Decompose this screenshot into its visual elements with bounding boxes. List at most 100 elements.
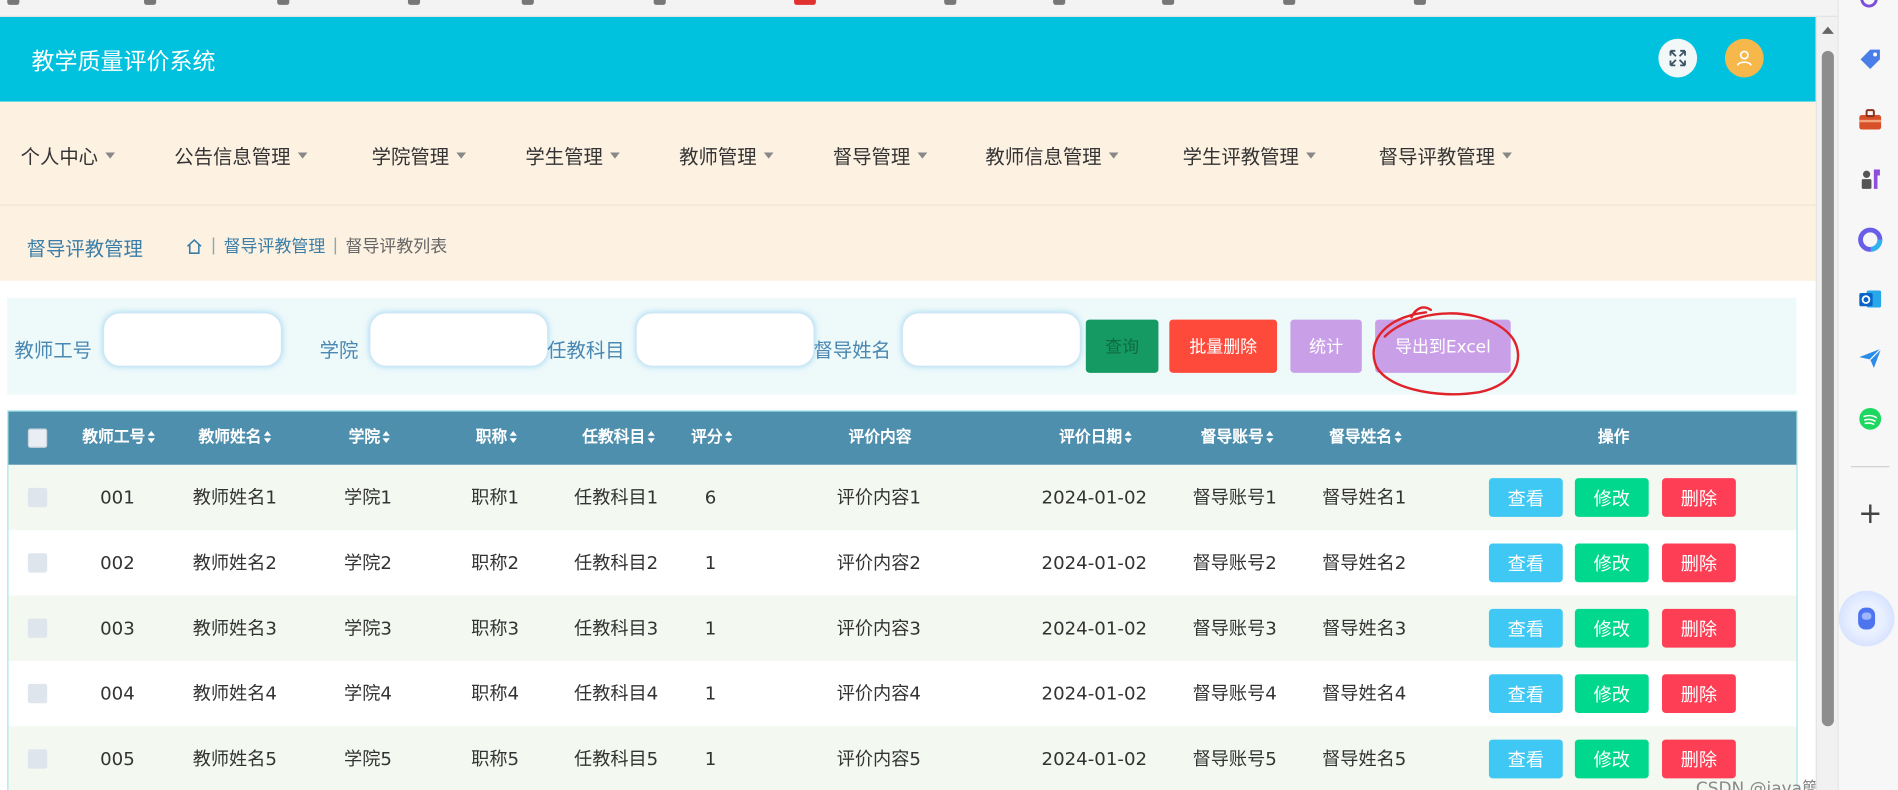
tab-edge-icon [1162,0,1175,5]
college-input[interactable] [369,312,549,367]
export-excel-button[interactable]: 导出到Excel [1375,319,1511,373]
sort-icon [147,430,155,443]
cell-title: 职称2 [471,551,520,574]
scroll-up-icon[interactable] [1821,26,1834,34]
delete-button[interactable]: 删除 [1662,674,1736,713]
cell-content: 评价内容1 [836,486,921,509]
column-header-title[interactable]: 职称 [476,412,517,465]
cell-content: 评价内容3 [836,617,921,640]
cell-teacher-name: 教师姓名2 [192,551,277,574]
column-header-college[interactable]: 学院 [349,412,390,465]
sidebar-divider [1850,466,1890,468]
subject-input[interactable] [635,312,815,367]
chess-icon[interactable] [1856,165,1885,194]
main-nav: 个人中心 公告信息管理 学院管理 学生管理 教师管理 督导管理 教师信息管理 学… [0,101,1816,206]
teacher-id-input[interactable] [102,312,283,367]
row-checkbox[interactable] [27,749,48,769]
column-header-teacher-name[interactable]: 教师姓名 [199,412,272,465]
column-header-date[interactable]: 评价日期 [1059,412,1132,465]
nav-item-teachers[interactable]: 教师管理 [679,140,774,169]
caret-down-icon [297,152,308,159]
cell-supervisor-name: 督导姓名3 [1322,617,1407,640]
query-button[interactable]: 查询 [1085,319,1159,373]
sort-icon [1124,430,1132,443]
supervisor-name-input[interactable] [901,312,1081,367]
edit-button[interactable]: 修改 [1574,674,1649,713]
cell-title: 职称3 [471,617,520,640]
edit-button[interactable]: 修改 [1574,739,1649,779]
outlook-icon[interactable] [1856,284,1885,313]
copilot-icon [1858,607,1876,630]
spotify-icon[interactable] [1856,404,1885,433]
delete-button[interactable]: 删除 [1662,478,1736,517]
subject-label: 任教科目 [547,338,625,362]
nav-item-personal-center[interactable]: 个人中心 [21,140,116,169]
add-icon[interactable]: + [1858,499,1882,528]
cell-teacher-name: 教师姓名1 [192,486,277,509]
page-scrollbar[interactable] [1815,16,1838,790]
edit-button[interactable]: 修改 [1574,478,1649,517]
cell-teacher-name: 教师姓名5 [192,748,277,770]
nav-item-student-evaluation[interactable]: 学生评教管理 [1183,140,1316,169]
search-icon[interactable] [1856,0,1885,15]
view-button[interactable]: 查看 [1488,739,1563,779]
cell-college: 学院1 [344,486,392,509]
nav-item-supervisors[interactable]: 督导管理 [833,140,928,169]
statistics-button[interactable]: 统计 [1290,319,1362,373]
nav-item-students[interactable]: 学生管理 [525,140,620,169]
toolbox-icon[interactable] [1856,105,1885,134]
copilot-button[interactable] [1838,590,1895,647]
delete-button[interactable]: 删除 [1662,543,1736,583]
view-button[interactable]: 查看 [1488,674,1563,713]
csdn-watermark: CSDN @java簡單遗忘 [1695,779,1816,790]
teacher-id-label: 教师工号 [14,338,93,362]
user-avatar-button[interactable] [1724,38,1764,78]
copilot-logo-icon[interactable] [1856,225,1885,254]
caret-down-icon [763,152,774,159]
send-icon[interactable] [1856,344,1885,373]
view-button[interactable]: 查看 [1488,478,1563,517]
view-button[interactable]: 查看 [1488,543,1563,583]
column-header-score[interactable]: 评分 [691,412,733,465]
cell-score: 1 [704,617,717,640]
sort-icon [382,430,390,443]
delete-button[interactable]: 删除 [1662,608,1736,648]
cell-subject: 任教科目4 [574,682,659,705]
row-checkbox[interactable] [27,618,48,638]
nav-item-supervisor-evaluation[interactable]: 督导评教管理 [1379,140,1512,169]
edit-button[interactable]: 修改 [1574,608,1649,648]
edit-button[interactable]: 修改 [1574,543,1649,583]
nav-item-announcements[interactable]: 公告信息管理 [174,140,308,169]
cell-date: 2024-01-02 [1041,486,1148,509]
column-header-actions: 操作 [1597,428,1630,447]
cell-subject: 任教科目2 [574,551,659,574]
table-header: 教师工号 教师姓名 学院 职称 任教科目 评分 评价内容 评价日期 督导账号 督… [8,411,1797,465]
scrollbar-thumb[interactable] [1821,50,1834,727]
fullscreen-button[interactable] [1658,38,1698,78]
delete-button[interactable]: 删除 [1662,739,1736,779]
column-header-subject[interactable]: 任教科目 [582,412,655,465]
column-header-supervisor-account[interactable]: 督导账号 [1201,412,1274,465]
cell-supervisor-name: 督导姓名5 [1322,748,1407,770]
row-checkbox[interactable] [27,487,48,508]
nav-item-teacher-info[interactable]: 教师信息管理 [985,140,1119,169]
cell-content: 评价内容5 [836,748,921,770]
batch-delete-button[interactable]: 批量删除 [1169,319,1278,373]
row-checkbox[interactable] [27,683,48,704]
view-button[interactable]: 查看 [1488,608,1563,648]
cell-teacher-name: 教师姓名3 [192,617,277,640]
tag-icon[interactable] [1856,45,1885,74]
nav-item-college[interactable]: 学院管理 [372,140,467,169]
sort-icon [1266,430,1274,443]
breadcrumb: | 督导评教管理 | 督导评教列表 [185,234,447,258]
column-header-teacher-id[interactable]: 教师工号 [82,412,155,465]
column-header-supervisor-name[interactable]: 督导姓名 [1329,412,1402,465]
tab-edge-icon [1283,0,1296,5]
breadcrumb-bar: 督导评教管理 | 督导评教管理 | 督导评教列表 [0,205,1816,281]
expand-icon [1669,49,1686,67]
home-icon[interactable] [185,237,203,255]
row-checkbox[interactable] [27,553,48,573]
select-all-checkbox[interactable] [27,428,48,448]
cell-teacher-name: 教师姓名4 [192,682,277,705]
breadcrumb-item[interactable]: 督导评教管理 [224,234,326,258]
